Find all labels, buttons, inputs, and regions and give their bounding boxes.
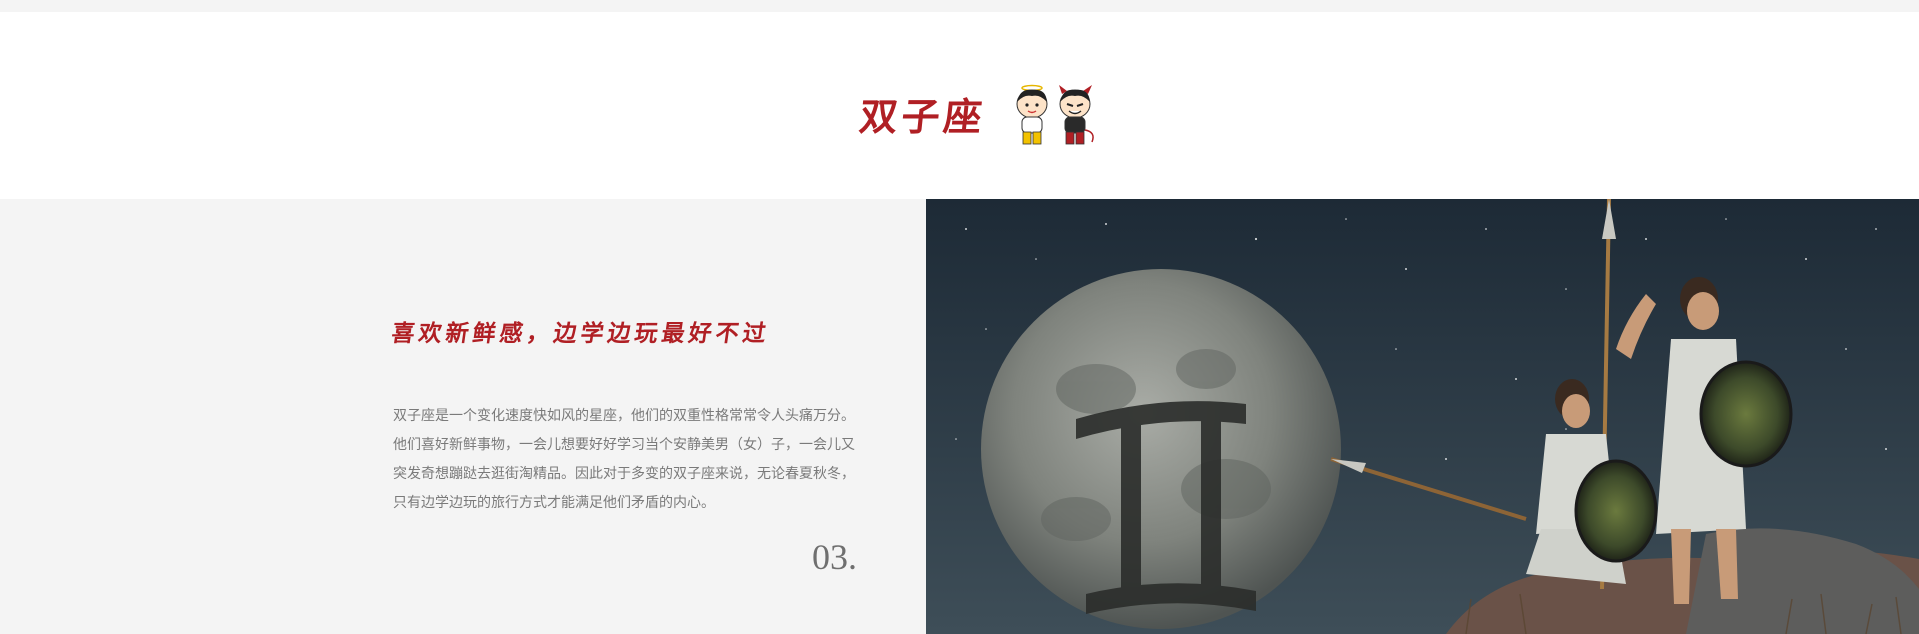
- section-subtitle: 喜欢新鲜感，边学边玩最好不过: [389, 320, 772, 347]
- section-description: 双子座是一个变化速度快如风的星座，他们的双重性格常常令人头痛万分。他们喜好新鲜事…: [393, 408, 855, 511]
- twin-boys-mascot-icon: [1016, 84, 1094, 145]
- hero-image: [926, 199, 1919, 634]
- top-strip: [0, 0, 1919, 12]
- page-title: 双子座: [857, 94, 989, 139]
- section-number: 03.: [812, 537, 857, 577]
- gemini-moon-warriors-illustration: [926, 199, 1919, 634]
